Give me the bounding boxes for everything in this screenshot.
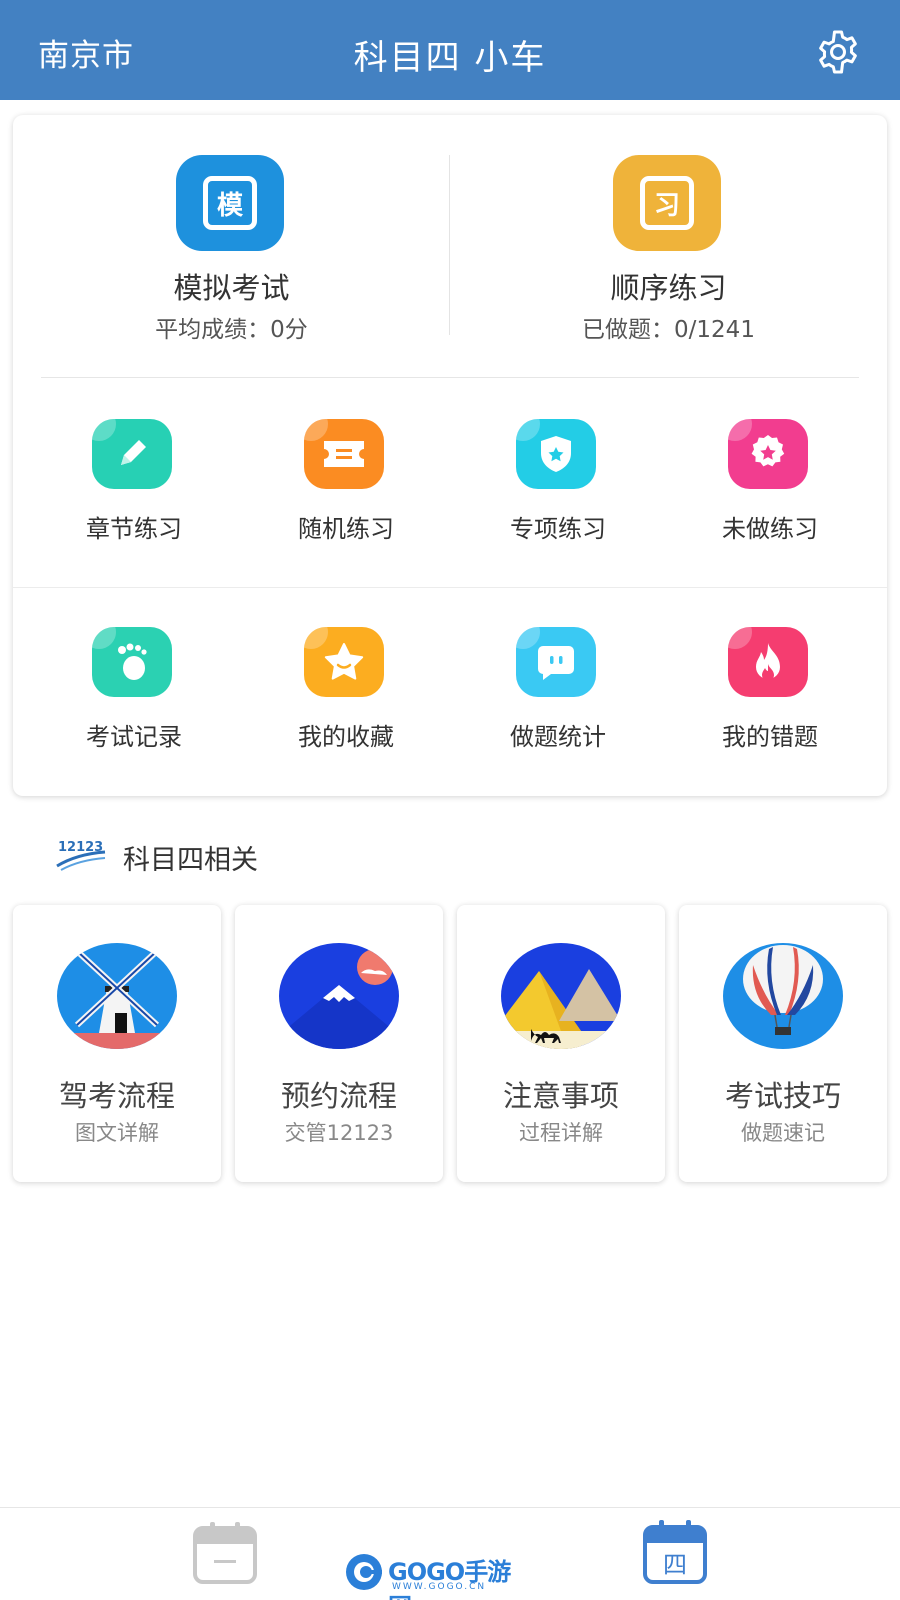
- flame-icon: [728, 627, 808, 697]
- related-section-title: 科目四相关: [123, 845, 258, 876]
- mountain-icon: [279, 943, 399, 1049]
- unpracticed-practice-button[interactable]: 未做练习: [664, 385, 876, 585]
- top-app-bar: 南京市 科目四 小车: [0, 0, 900, 100]
- page-title: 科目四 小车: [353, 38, 547, 78]
- sequential-practice-label: 顺序练习: [610, 271, 727, 305]
- booking-process-card[interactable]: 预约流程 交管12123: [235, 905, 443, 1182]
- sequential-practice-icon: 习: [613, 155, 721, 251]
- sequential-practice-progress: 已做题：0/1241: [582, 317, 755, 343]
- windmill-icon: [57, 943, 177, 1049]
- practice-grid-row-2: 考试记录 我的收藏 做题统计 我的错题: [13, 593, 887, 793]
- divider: [13, 587, 887, 588]
- practice-grid-row-1: 章节练习 随机练习 专项练习 未做练习: [13, 385, 887, 585]
- award-icon: [728, 419, 808, 489]
- practice-card: 模 模拟考试 平均成绩：0分 习 顺序练习 已做题：0/1241 章节练习 随机…: [13, 115, 887, 796]
- 12123-logo-icon: 12123: [56, 840, 106, 871]
- pyramid-icon: [501, 943, 621, 1049]
- chapter-practice-button[interactable]: 章节练习: [28, 385, 240, 585]
- random-practice-button[interactable]: 随机练习: [240, 385, 452, 585]
- gogo-watermark-logo: GOGO手游网 WWW.GOGO.CN: [344, 1550, 522, 1600]
- mock-exam-entry[interactable]: 模 模拟考试 平均成绩：0分: [13, 115, 450, 377]
- exam-tips-card[interactable]: 考试技巧 做题速记: [679, 905, 887, 1182]
- precautions-card[interactable]: 注意事项 过程详解: [457, 905, 665, 1182]
- gear-icon[interactable]: [814, 28, 862, 76]
- calendar-icon[interactable]: [192, 1522, 258, 1584]
- related-section-header: 12123 科目四相关: [55, 836, 455, 876]
- special-practice-button[interactable]: 专项练习: [452, 385, 664, 585]
- exam-records-button[interactable]: 考试记录: [28, 593, 240, 793]
- ticket-icon: [304, 419, 384, 489]
- svg-text:四: 四: [663, 1551, 687, 1579]
- shield-star-icon: [516, 419, 596, 489]
- divider: [41, 377, 859, 378]
- mock-exam-average-score: 平均成绩：0分: [155, 317, 308, 343]
- gogo-logo-icon: [346, 1554, 382, 1590]
- my-favorites-button[interactable]: 我的收藏: [240, 593, 452, 793]
- chat-bubble-icon: [516, 627, 596, 697]
- balloon-icon: [723, 943, 843, 1049]
- mock-exam-label: 模拟考试: [173, 271, 290, 305]
- sequential-practice-entry[interactable]: 习 顺序练习 已做题：0/1241: [450, 115, 887, 377]
- driving-test-process-card[interactable]: 驾考流程 图文详解: [13, 905, 221, 1182]
- mock-exam-icon: 模: [176, 155, 284, 251]
- footprint-icon: [92, 627, 172, 697]
- pencil-icon: [92, 419, 172, 489]
- my-mistakes-button[interactable]: 我的错题: [664, 593, 876, 793]
- star-icon: [304, 627, 384, 697]
- bottom-tab-bar: GOGO手游网 WWW.GOGO.CN 四: [0, 1507, 900, 1600]
- question-stats-button[interactable]: 做题统计: [452, 593, 664, 793]
- calendar-four-icon[interactable]: 四: [642, 1520, 708, 1584]
